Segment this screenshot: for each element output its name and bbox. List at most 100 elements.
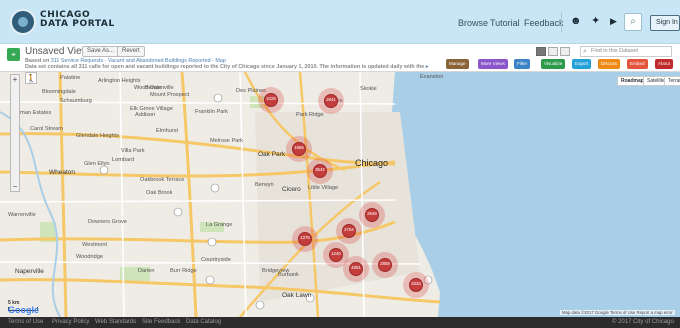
place-label: Chicago bbox=[355, 158, 389, 168]
cluster-count: 2754 bbox=[344, 227, 354, 232]
place-label: Glen Ellyn bbox=[84, 161, 110, 167]
place-label: Oak Lawn bbox=[282, 292, 312, 299]
revert-button[interactable]: Revert bbox=[117, 46, 145, 57]
action-more-views-button[interactable]: More Views bbox=[478, 59, 508, 69]
place-label: Oakbrook Terrace bbox=[140, 177, 185, 183]
action-embed-button[interactable]: Embed bbox=[627, 59, 648, 69]
nav-feedback[interactable]: Feedback bbox=[524, 18, 564, 28]
place-label: Addison bbox=[135, 112, 156, 118]
action-filter-button[interactable]: Filter bbox=[514, 59, 531, 69]
cluster-marker[interactable]: 2848 bbox=[359, 202, 385, 228]
twitter-icon[interactable]: ✦ bbox=[591, 15, 600, 28]
cluster-count: 3542 bbox=[315, 167, 325, 172]
site-footer: Terms of Use Privacy Policy Web Standard… bbox=[0, 317, 680, 328]
cluster-marker[interactable]: 2859 bbox=[372, 252, 398, 278]
list-toggle[interactable] bbox=[560, 47, 570, 56]
page: CHICAGO DATA PORTAL Browse Tutorial Feed… bbox=[0, 0, 680, 328]
place-label: Oak Brook bbox=[146, 190, 173, 196]
cluster-count: 1965 bbox=[294, 145, 304, 150]
place-label: Darien bbox=[138, 268, 155, 274]
cluster-count: 1240 bbox=[331, 251, 341, 256]
cluster-marker[interactable]: 2841 bbox=[318, 88, 344, 114]
place-label: Park Ridge bbox=[296, 112, 324, 118]
cluster-marker[interactable]: 4891 bbox=[343, 256, 369, 282]
sign-in-button[interactable]: Sign In bbox=[650, 15, 680, 31]
more-link[interactable]: ▸ bbox=[426, 64, 429, 70]
google-logo: Google bbox=[8, 305, 39, 315]
zoom-in-button[interactable]: + bbox=[11, 76, 19, 84]
cluster-marker[interactable]: 1376 bbox=[292, 226, 318, 252]
action-export-button[interactable]: Export bbox=[572, 59, 592, 69]
youtube-icon[interactable]: ▶ bbox=[610, 15, 617, 28]
nav-browse[interactable]: Browse bbox=[458, 18, 488, 28]
place-label: Mount Prospect bbox=[150, 92, 190, 98]
place-label: Naperville bbox=[15, 268, 44, 275]
place-label: Arlington Heights bbox=[98, 78, 141, 84]
zoom-control[interactable]: + − bbox=[10, 74, 20, 192]
place-label: Cicero bbox=[282, 186, 301, 193]
map-type-terrain[interactable]: Terrain bbox=[664, 76, 680, 86]
map-attribution[interactable]: Map data ©2017 Google Terms of Use Repor… bbox=[560, 310, 675, 315]
place-label: Lombard bbox=[112, 157, 135, 163]
place-label: Villa Park bbox=[121, 148, 145, 154]
cluster-marker[interactable]: 3333 bbox=[403, 272, 429, 298]
place-label: Westmont bbox=[82, 242, 108, 248]
place-label: Carol Stream bbox=[30, 126, 63, 132]
cluster-marker[interactable]: 1965 bbox=[286, 136, 312, 162]
find-in-dataset-input[interactable]: Find in this Dataset bbox=[580, 46, 672, 57]
header-divider bbox=[561, 12, 562, 32]
brand-title[interactable]: CHICAGO DATA PORTAL bbox=[40, 11, 115, 29]
footer-link-site-feedback[interactable]: Site Feedback bbox=[142, 319, 180, 325]
footer-link-privacy[interactable]: Privacy Policy bbox=[52, 319, 89, 325]
footer-link-terms[interactable]: Terms of Use bbox=[8, 319, 43, 325]
dataset-description: Data set contains all 311 calls for open… bbox=[25, 64, 429, 70]
cluster-count: 1028 bbox=[266, 96, 276, 101]
place-label: Burr Ridge bbox=[170, 268, 197, 274]
cluster-marker[interactable]: 3542 bbox=[307, 158, 333, 184]
place-label: Skokie bbox=[360, 86, 377, 92]
map-canvas[interactable]: Palatine Evanston Skokie Des Plaines Park Ri… bbox=[0, 72, 680, 317]
place-label: Bloomingdale bbox=[42, 89, 76, 95]
cluster-count: 1376 bbox=[300, 235, 310, 240]
place-label: Countryside bbox=[201, 257, 231, 263]
place-label: Wood Dale bbox=[134, 85, 162, 91]
action-about-button[interactable]: About bbox=[655, 59, 674, 69]
place-label: Melrose Park bbox=[210, 138, 243, 144]
github-icon[interactable]: ☻ bbox=[570, 15, 582, 28]
zoom-out-button[interactable]: − bbox=[11, 183, 19, 191]
footer-link-web-standards[interactable]: Web Standards bbox=[95, 319, 136, 325]
footer-link-data-catalog[interactable]: Data Catalog bbox=[186, 319, 221, 325]
table-toggle[interactable] bbox=[548, 47, 558, 56]
place-label: La Grange bbox=[206, 222, 233, 228]
place-label: Glendale Heights bbox=[76, 133, 119, 139]
city-seal-logo[interactable] bbox=[10, 9, 36, 35]
save-as-button[interactable]: Save As... bbox=[82, 46, 120, 57]
nav-tutorial[interactable]: Tutorial bbox=[490, 18, 520, 28]
cluster-marker[interactable]: 2754 bbox=[336, 218, 362, 244]
description-text: Data set contains all 311 calls for open… bbox=[25, 64, 425, 70]
map-view-icon: ⌖ bbox=[7, 48, 20, 61]
action-visualize-button[interactable]: Visualize bbox=[541, 59, 566, 69]
cluster-count: 3333 bbox=[411, 281, 421, 286]
map-toggle[interactable] bbox=[536, 47, 546, 56]
dataset-toolbar: ⌖ Unsaved View Save As... Revert Based o… bbox=[0, 44, 680, 72]
search-icon[interactable]: ⌕ bbox=[624, 13, 642, 31]
view-title: Unsaved View bbox=[25, 46, 89, 57]
site-header: CHICAGO DATA PORTAL Browse Tutorial Feed… bbox=[0, 0, 680, 44]
place-label: Schaumburg bbox=[60, 98, 92, 104]
footer-copyright: © 2017 City of Chicago bbox=[612, 319, 674, 325]
brand-line-2: DATA PORTAL bbox=[40, 19, 115, 29]
action-manage-button[interactable]: Manage bbox=[446, 59, 469, 69]
cluster-marker[interactable]: 1028 bbox=[258, 87, 284, 113]
place-label: Franklin Park bbox=[195, 109, 228, 115]
place-label: Berwyn bbox=[255, 182, 274, 188]
cluster-count: 4891 bbox=[351, 265, 361, 270]
place-label: Palatine bbox=[60, 75, 81, 81]
place-label: Oak Park bbox=[258, 151, 286, 158]
cluster-count: 2859 bbox=[380, 261, 390, 266]
action-discuss-button[interactable]: Discuss bbox=[598, 59, 621, 69]
street-view-pegman-icon[interactable]: 🚶 bbox=[25, 72, 37, 84]
place-label: Burbank bbox=[278, 272, 299, 278]
place-label: Downers Grove bbox=[88, 219, 127, 225]
place-label: Woodridge bbox=[76, 254, 103, 260]
